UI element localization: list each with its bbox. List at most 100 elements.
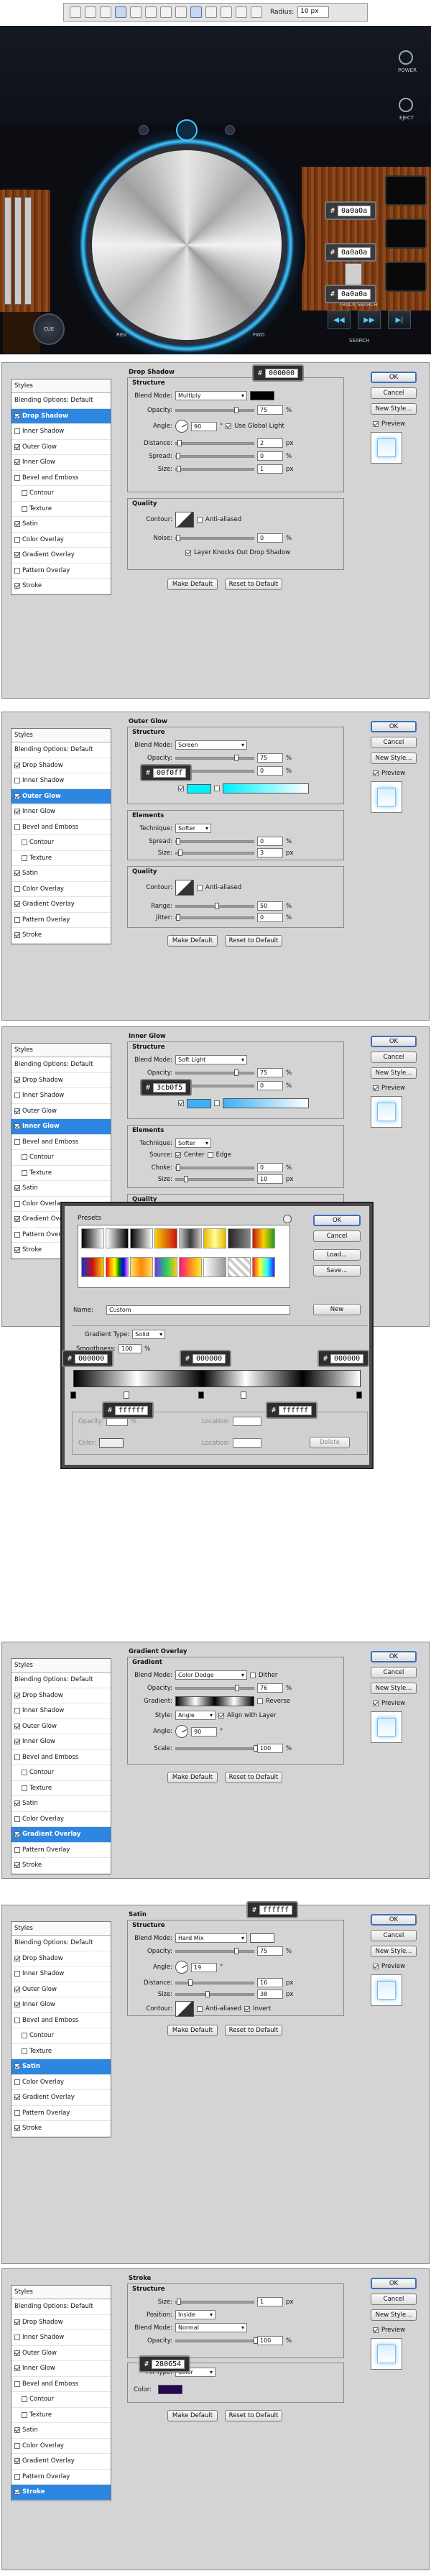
forward-button[interactable]: ▶▶ — [358, 310, 381, 329]
make-default-button[interactable]: Make Default — [167, 1772, 218, 1783]
style-checkbox[interactable] — [14, 1200, 20, 1207]
choke-slider[interactable] — [175, 1164, 254, 1171]
blending-options-item[interactable]: Blending Options: Default — [11, 742, 111, 758]
preview-toggle[interactable]: Preview — [373, 1085, 405, 1092]
rectangle-icon[interactable] — [175, 6, 187, 18]
smoothness-input[interactable]: 100 — [119, 1344, 142, 1353]
preview-checkbox[interactable] — [373, 770, 379, 776]
pen-tool-icon[interactable] — [145, 6, 157, 18]
size-input[interactable]: 1 — [257, 2297, 283, 2306]
location-input[interactable] — [232, 1417, 261, 1426]
style-checkbox[interactable] — [14, 870, 20, 877]
make-default-button[interactable]: Make Default — [167, 579, 218, 590]
contour-picker[interactable] — [175, 880, 194, 896]
pad-slot[interactable] — [385, 218, 427, 249]
style-item-stroke[interactable]: Stroke — [11, 928, 111, 944]
ge-save-button[interactable]: Save... — [313, 1265, 361, 1276]
opacity-slider-thumb[interactable] — [234, 754, 238, 761]
radius-input[interactable]: 10 px — [297, 6, 330, 18]
anti-aliased-checkbox[interactable] — [197, 517, 203, 523]
blending-options-item[interactable]: Blending Options: Default — [11, 393, 111, 409]
spread-slider-thumb[interactable] — [176, 452, 180, 459]
noise-input[interactable]: 0 — [257, 1081, 283, 1090]
new-style-button[interactable]: New Style... — [371, 753, 417, 764]
preview-toggle[interactable]: Preview — [373, 1700, 405, 1707]
style-checkbox[interactable] — [22, 1785, 27, 1791]
shape-layers-icon[interactable] — [100, 6, 111, 18]
knockout-checkbox[interactable] — [185, 550, 191, 556]
blend-mode-select[interactable]: Hard Mix ▾ — [175, 1933, 247, 1943]
position-select[interactable]: Inside ▾ — [175, 2310, 216, 2319]
opacity-slider-thumb[interactable] — [234, 1069, 238, 1076]
gradient-radio[interactable] — [214, 1100, 220, 1106]
style-checkbox[interactable] — [14, 793, 20, 799]
style-item-pattern-overlay[interactable]: Pattern Overlay — [11, 2470, 111, 2485]
distance-slider-thumb[interactable] — [188, 1979, 193, 1986]
solid-color-radio[interactable] — [178, 1100, 184, 1106]
spread-slider[interactable] — [175, 452, 254, 459]
size-slider-thumb[interactable] — [183, 1175, 188, 1182]
opacity-slider-thumb[interactable] — [234, 406, 238, 413]
style-item-satin[interactable]: Satin — [11, 1796, 111, 1812]
preview-checkbox[interactable] — [373, 1701, 379, 1706]
style-checkbox[interactable] — [14, 2380, 20, 2387]
size-slider[interactable] — [175, 2298, 254, 2305]
style-item-pattern-overlay[interactable]: Pattern Overlay — [11, 2106, 111, 2121]
reset-default-button[interactable]: Reset to Default — [225, 1772, 282, 1783]
preview-toggle[interactable]: Preview — [373, 420, 405, 428]
angle-dial-icon[interactable] — [175, 1725, 188, 1738]
style-checkbox[interactable] — [22, 2048, 27, 2054]
delete-button[interactable]: Delete — [310, 1437, 350, 1448]
new-style-button[interactable]: New Style... — [371, 1946, 417, 1957]
rounded-rectangle-icon[interactable] — [190, 6, 202, 18]
style-item-satin[interactable]: Satin — [11, 1181, 111, 1197]
polygon-icon[interactable] — [221, 6, 232, 18]
style-checkbox[interactable] — [22, 1770, 27, 1776]
opacity-slider[interactable] — [175, 406, 254, 413]
style-item-inner-shadow[interactable]: Inner Shadow — [11, 1703, 111, 1719]
ge-cancel-button[interactable]: Cancel — [313, 1230, 361, 1242]
style-item-inner-shadow[interactable]: Inner Shadow — [11, 424, 111, 440]
style-item-inner-glow[interactable]: Inner Glow — [11, 455, 111, 471]
preview-checkbox[interactable] — [373, 421, 379, 427]
contour-picker[interactable] — [175, 512, 194, 528]
style-checkbox[interactable] — [14, 2458, 20, 2465]
opacity-slider[interactable] — [175, 754, 254, 761]
ge-ok-button[interactable]: OK — [313, 1215, 361, 1226]
rect-tool-icon[interactable] — [70, 6, 81, 18]
dropdown-arrow-icon[interactable] — [85, 6, 96, 18]
opacity-input[interactable]: 76 — [257, 1683, 283, 1693]
preset-swatch[interactable] — [228, 1228, 251, 1248]
color-stop[interactable] — [198, 1392, 204, 1399]
style-checkbox[interactable] — [14, 2064, 20, 2070]
style-item-contour[interactable]: Contour — [11, 2392, 111, 2408]
opacity-slider[interactable] — [175, 1947, 254, 1954]
style-checkbox[interactable] — [14, 2442, 20, 2449]
style-checkbox[interactable] — [14, 1862, 20, 1869]
edge-radio[interactable] — [207, 1152, 213, 1158]
make-default-button[interactable]: Make Default — [167, 2410, 218, 2421]
style-item-pattern-overlay[interactable]: Pattern Overlay — [11, 913, 111, 928]
style-item-texture[interactable]: Texture — [11, 1166, 111, 1181]
style-item-drop-shadow[interactable]: Drop Shadow — [11, 2315, 111, 2330]
angle-input[interactable]: 90 — [191, 1726, 217, 1736]
style-checkbox[interactable] — [14, 2110, 20, 2116]
angle-input[interactable]: 19 — [191, 1962, 217, 1972]
cancel-button[interactable]: Cancel — [371, 737, 417, 748]
noise-slider[interactable] — [175, 534, 254, 541]
name-input[interactable]: Custom — [106, 1305, 290, 1315]
reset-default-button[interactable]: Reset to Default — [225, 935, 282, 947]
preset-swatch[interactable] — [203, 1257, 226, 1277]
style-item-inner-glow[interactable]: Inner Glow — [11, 1997, 111, 2013]
style-checkbox[interactable] — [22, 1154, 27, 1161]
spread-slider[interactable] — [175, 837, 254, 845]
blend-mode-select[interactable]: Soft Light ▾ — [175, 1055, 247, 1064]
gradient-type-select[interactable]: Solid ▾ — [132, 1330, 166, 1339]
glow-gradient-bar[interactable] — [223, 1098, 309, 1108]
distance-slider-thumb[interactable] — [177, 439, 182, 446]
style-checkbox[interactable] — [14, 567, 20, 574]
style-item-bevel-and-emboss[interactable]: Bevel and Emboss — [11, 471, 111, 486]
new-style-button[interactable]: New Style... — [371, 2309, 417, 2321]
reset-default-button[interactable]: Reset to Default — [225, 2410, 282, 2421]
reset-default-button[interactable]: Reset to Default — [225, 2025, 282, 2036]
